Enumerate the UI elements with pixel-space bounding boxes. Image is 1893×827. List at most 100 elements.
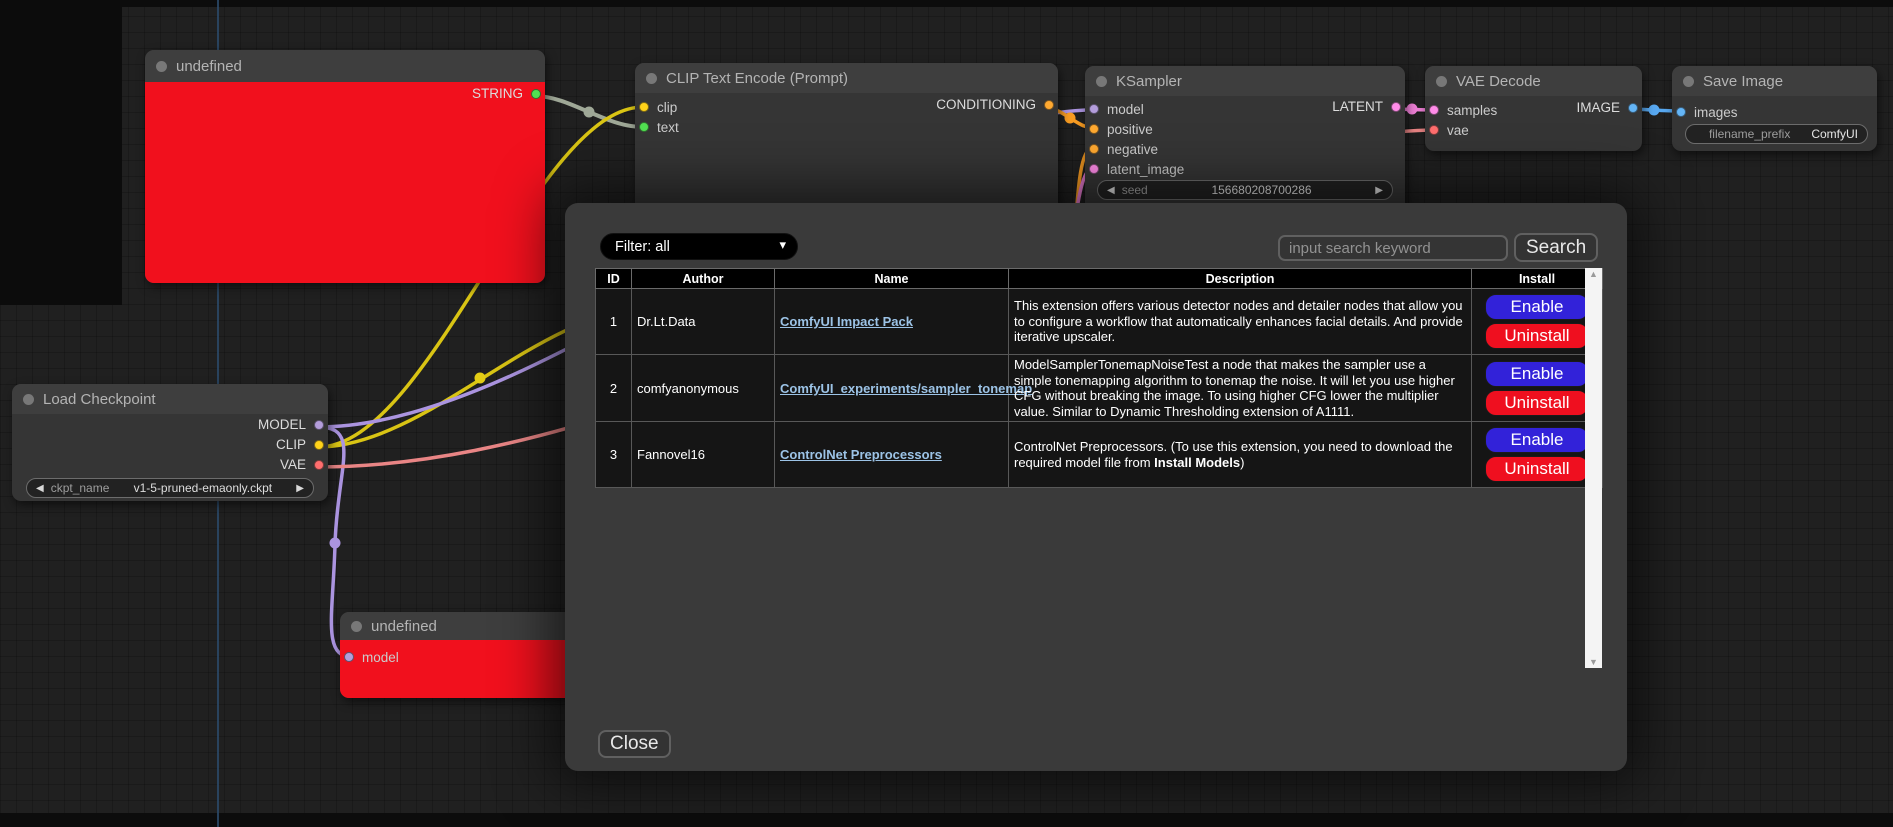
conditioning-port-icon[interactable] <box>1044 100 1054 110</box>
seed-widget[interactable]: ◀ seed 156680208700286 ▶ <box>1097 180 1393 200</box>
node-title-bar[interactable]: Save Image <box>1672 66 1877 96</box>
input-latent-image[interactable]: latent_image <box>1085 159 1405 179</box>
port-label: model <box>1107 102 1144 117</box>
output-image[interactable]: IMAGE <box>1576 100 1638 115</box>
node-title-bar[interactable]: KSampler <box>1085 66 1405 96</box>
collapse-dot-icon[interactable] <box>156 61 167 72</box>
conditioning-port-icon[interactable] <box>1089 144 1099 154</box>
collapse-dot-icon[interactable] <box>1436 76 1447 87</box>
node-title: CLIP Text Encode (Prompt) <box>666 70 848 87</box>
node-load-checkpoint[interactable]: Load Checkpoint MODEL CLIP VAE ◀ ckpt_na… <box>12 384 328 501</box>
latent-port-icon[interactable] <box>1391 102 1401 112</box>
model-port-icon[interactable] <box>314 420 324 430</box>
prev-arrow-icon[interactable]: ◀ <box>36 483 44 494</box>
wire-dot-image <box>1649 105 1660 116</box>
cell-install: Enable Uninstall <box>1472 355 1603 422</box>
wire-dot-latent <box>1407 104 1418 115</box>
widget-value[interactable]: 156680208700286 <box>1155 183 1369 197</box>
scroll-down-icon[interactable]: ▼ <box>1589 656 1598 668</box>
collapse-dot-icon[interactable] <box>23 394 34 405</box>
input-positive[interactable]: positive <box>1085 119 1405 139</box>
output-clip[interactable]: CLIP <box>276 437 324 452</box>
latent-port-icon[interactable] <box>1089 164 1099 174</box>
input-images[interactable]: images <box>1672 102 1877 122</box>
port-label: CONDITIONING <box>936 97 1036 112</box>
model-port-icon[interactable] <box>1089 104 1099 114</box>
node-title-bar[interactable]: VAE Decode <box>1425 66 1642 96</box>
model-port-icon[interactable] <box>344 652 354 662</box>
increment-arrow-icon[interactable]: ▶ <box>1375 185 1383 196</box>
collapse-dot-icon[interactable] <box>351 621 362 632</box>
search-button[interactable]: Search <box>1514 233 1598 262</box>
collapse-dot-icon[interactable] <box>1683 76 1694 87</box>
node-save-image[interactable]: Save Image images filename_prefix ComfyU… <box>1672 66 1877 151</box>
output-string[interactable]: STRING <box>472 86 541 101</box>
input-text[interactable]: text <box>635 117 1058 137</box>
input-negative[interactable]: negative <box>1085 139 1405 159</box>
filter-select[interactable]: Filter: all <box>600 233 798 260</box>
enable-button[interactable]: Enable <box>1485 361 1589 387</box>
scroll-up-icon[interactable]: ▲ <box>1589 268 1598 280</box>
conditioning-port-icon[interactable] <box>1089 124 1099 134</box>
vae-port-icon[interactable] <box>314 460 324 470</box>
text-port-icon[interactable] <box>639 122 649 132</box>
extension-link[interactable]: ComfyUI Impact Pack <box>780 314 913 329</box>
port-label: negative <box>1107 142 1158 157</box>
description-tail: ) <box>1240 455 1244 470</box>
clip-port-icon[interactable] <box>639 102 649 112</box>
search-input[interactable] <box>1278 235 1508 261</box>
input-vae[interactable]: vae <box>1425 120 1642 140</box>
next-arrow-icon[interactable]: ▶ <box>296 483 304 494</box>
output-conditioning[interactable]: CONDITIONING <box>936 97 1054 112</box>
node-ksampler[interactable]: KSampler model positive negative lat <box>1085 66 1405 216</box>
cell-id: 1 <box>596 289 632 355</box>
uninstall-button[interactable]: Uninstall <box>1485 456 1589 482</box>
vae-port-icon[interactable] <box>1429 125 1439 135</box>
table-row: 3 Fannovel16 ControlNet Preprocessors Co… <box>596 422 1603 488</box>
node-undefined-top[interactable]: undefined STRING <box>145 50 545 283</box>
node-title-bar[interactable]: undefined <box>340 612 592 640</box>
filename-prefix-widget[interactable]: filename_prefix ComfyUI <box>1685 124 1868 144</box>
cell-id: 2 <box>596 355 632 422</box>
string-port-icon[interactable] <box>531 89 541 99</box>
port-label: STRING <box>472 86 523 101</box>
enable-button[interactable]: Enable <box>1485 427 1589 453</box>
node-title: undefined <box>176 58 242 75</box>
port-label: samples <box>1447 103 1497 118</box>
node-vae-decode[interactable]: VAE Decode samples vae IMAGE <box>1425 66 1642 151</box>
cell-author: comfyanonymous <box>632 355 775 422</box>
output-latent[interactable]: LATENT <box>1332 99 1401 114</box>
clip-port-icon[interactable] <box>314 440 324 450</box>
col-header-author: Author <box>632 269 775 289</box>
widget-value[interactable]: v1-5-pruned-emaonly.ckpt <box>116 481 289 495</box>
extension-link[interactable]: ControlNet Preprocessors <box>780 447 942 462</box>
extension-table-wrap: ID Author Name Description Install 1 Dr.… <box>595 268 1602 488</box>
uninstall-button[interactable]: Uninstall <box>1485 323 1589 349</box>
collapse-dot-icon[interactable] <box>646 73 657 84</box>
extension-link[interactable]: ComfyUI_experiments/sampler_tonemap <box>780 381 1032 396</box>
cell-install: Enable Uninstall <box>1472 422 1603 488</box>
table-scrollbar[interactable]: ▲ ▼ <box>1585 268 1602 668</box>
uninstall-button[interactable]: Uninstall <box>1485 390 1589 416</box>
widget-value[interactable]: ComfyUI <box>1811 127 1858 141</box>
decrement-arrow-icon[interactable]: ◀ <box>1107 185 1115 196</box>
image-port-icon[interactable] <box>1628 103 1638 113</box>
node-title: KSampler <box>1116 73 1182 90</box>
node-title-bar[interactable]: undefined <box>145 50 545 82</box>
node-title-bar[interactable]: CLIP Text Encode (Prompt) <box>635 63 1058 93</box>
node-title-bar[interactable]: Load Checkpoint <box>12 384 328 414</box>
port-label: CLIP <box>276 437 306 452</box>
node-undefined-bottom[interactable]: undefined model <box>340 612 592 698</box>
collapse-dot-icon[interactable] <box>1096 76 1107 87</box>
graph-canvas[interactable]: undefined STRING CLIP Text Encode (Promp… <box>0 0 1893 827</box>
input-model[interactable]: model <box>340 647 592 667</box>
ckpt-name-widget[interactable]: ◀ ckpt_name v1-5-pruned-emaonly.ckpt ▶ <box>26 478 314 498</box>
port-label: clip <box>657 100 677 115</box>
extension-manager-dialog: Filter: all ▾ Search ID Author Name Desc… <box>565 203 1627 771</box>
output-vae[interactable]: VAE <box>280 457 324 472</box>
latent-port-icon[interactable] <box>1429 105 1439 115</box>
image-port-icon[interactable] <box>1676 107 1686 117</box>
close-button[interactable]: Close <box>598 730 671 758</box>
output-model[interactable]: MODEL <box>258 417 324 432</box>
enable-button[interactable]: Enable <box>1485 294 1589 320</box>
